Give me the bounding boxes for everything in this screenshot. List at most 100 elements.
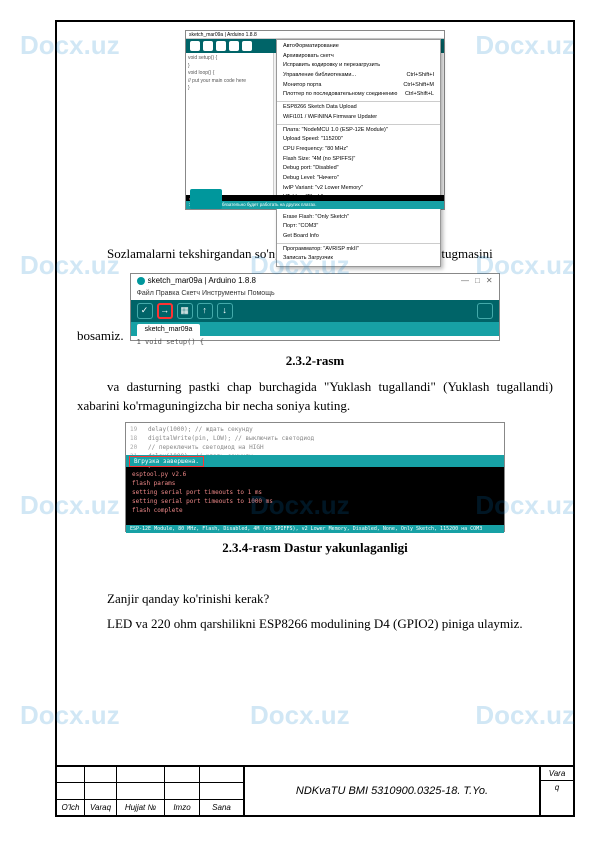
tb-cell (85, 767, 117, 782)
arduino-ide-screenshot-3: 19delay(1000); // ждать секунду 18digita… (125, 422, 505, 532)
document-number: NDKvaTU BMI 5310900.0325-18. T.Yo. (245, 767, 541, 815)
menu-item: Монитор портаCtrl+Shift+M (277, 81, 440, 91)
console-line: flash params (132, 479, 498, 488)
tb-header: O'lch (57, 800, 85, 815)
upload-complete-message: Вгрузка завершена. (129, 456, 204, 467)
code-line: void loop() { (188, 70, 271, 78)
tb-cell (117, 783, 165, 798)
close-icon: ✕ (486, 275, 493, 287)
menu-item: IwIP Variant: "v2 Lower Memory" (277, 184, 440, 194)
menu-item: Debug port: "Disabled" (277, 164, 440, 174)
menu-item: АвтоФорматирование (277, 42, 440, 52)
tb-cell (117, 767, 165, 782)
open-button-icon: ↑ (197, 303, 213, 319)
ide-menubar: Файл Правка Скетч Инструменты Помощь (131, 288, 499, 300)
code-line: 1 void setup() { (131, 336, 499, 349)
code-line: } (188, 85, 271, 93)
menu-separator (277, 243, 440, 244)
menu-item: Erase Flash: "Only Sketch" (277, 213, 440, 223)
verify-icon (190, 41, 200, 51)
ide-titlebar: sketch_mar09a | Arduino 1.8.8 —□✕ (131, 274, 499, 288)
ide-tabbar: sketch_mar09a (131, 322, 499, 336)
menu-item: Плата: "NodeMCU 1.0 (ESP-12E Module)" (277, 126, 440, 136)
tb-cell (165, 767, 200, 782)
ide-toolbar: ✓ → ▦ ↑ ↓ (131, 300, 499, 322)
new-icon (216, 41, 226, 51)
title-block-right: Vara q (541, 767, 573, 815)
menu-item: Upload Speed: "115200" (277, 135, 440, 145)
verify-button-icon: ✓ (137, 303, 153, 319)
page-frame: sketch_mar09a | Arduino 1.8.8 void setup… (55, 20, 575, 817)
window-controls: — □ ✕ (461, 275, 493, 287)
menu-item: CPU Frequency: "80 MHz" (277, 145, 440, 155)
tb-cell (85, 783, 117, 798)
menu-item: Порт: "COM3" (277, 222, 440, 232)
arduino-ide-screenshot-1: sketch_mar09a | Arduino 1.8.8 void setup… (185, 30, 445, 210)
ide-code-area: void setup() { } void loop() { // put yo… (186, 53, 274, 195)
tb-vara-label: Vara (541, 767, 573, 781)
ide-titlebar: sketch_mar09a | Arduino 1.8.8 (186, 31, 444, 39)
title-block: O'lch Varaq Hujjat № Imzo Sana NDKvaTU B… (57, 765, 573, 815)
bosamiz-text: bosamiz. (77, 326, 124, 346)
menu-item: Get Board Info (277, 232, 440, 242)
menu-item: Архивировать скетч (277, 52, 440, 62)
minimize-icon: — (461, 275, 469, 287)
arduino-logo-icon (137, 277, 145, 285)
sketch-tab: sketch_mar09a (137, 324, 201, 337)
menu-item: ESP8266 Sketch Data Upload (277, 103, 440, 113)
tb-header: Imzo (165, 800, 200, 815)
console-line: esptool.py v2.6 (132, 470, 498, 479)
tb-cell (57, 783, 85, 798)
maximize-icon: □ (475, 275, 480, 287)
menu-item: Debug Level: "Ничего" (277, 174, 440, 184)
upload-icon (203, 41, 213, 51)
tb-cell (165, 783, 200, 798)
console-line: setting serial port timeouts to 1 ms (132, 488, 498, 497)
title-block-left: O'lch Varaq Hujjat № Imzo Sana (57, 767, 245, 815)
tb-page-letter: q (541, 781, 573, 815)
figure-caption-3: 2.3.4-rasm Dastur yakunlaganligi (77, 538, 553, 558)
upload-status-bar: Вгрузка завершена. (126, 455, 504, 467)
ide-statusbar: Эта строка не обязательно будет работать… (186, 201, 444, 209)
serial-monitor-icon (477, 303, 493, 319)
content-area: sketch_mar09a | Arduino 1.8.8 void setup… (57, 22, 573, 648)
tb-cell (200, 783, 245, 798)
arduino-board-graphic (190, 189, 222, 209)
code-line: void setup() { (188, 55, 271, 63)
ide-statusbar: ESP-12E Module, 80 MHz, Flash, Disabled,… (126, 525, 504, 533)
paragraph-2: va dasturning pastki chap burchagida "Yu… (77, 377, 553, 416)
code-line: // put your main code here (188, 78, 271, 86)
tb-header: Varaq (85, 800, 117, 815)
menu-separator (277, 124, 440, 125)
save-icon (242, 41, 252, 51)
console-line: flash complete (132, 506, 498, 515)
code-line: 18digitalWrite(pin, LOW); // выключить с… (130, 434, 500, 443)
menu-item: Управление библиотеками...Ctrl+Shift+I (277, 71, 440, 81)
console-line: setting serial port timeouts to 1000 ms (132, 497, 498, 506)
tb-header: Sana (200, 800, 245, 815)
code-line: 20 // переключить светодиод на HIGH (130, 443, 500, 452)
menu-item: Исправить кодировку и перезагрузить (277, 61, 440, 71)
menu-item: WiFi101 / WiFiNINA Firmware Updater (277, 113, 440, 123)
code-line: 19delay(1000); // ждать секунду (130, 425, 500, 434)
tb-cell (200, 767, 245, 782)
new-button-icon: ▦ (177, 303, 193, 319)
figure-caption-2: 2.3.2-rasm (77, 351, 553, 371)
menu-item: Плоттер по последовательному соединениюC… (277, 90, 440, 100)
menu-item: Программатор: "AVRISP mkII" (277, 245, 440, 255)
arduino-ide-screenshot-2: sketch_mar09a | Arduino 1.8.8 —□✕ Файл П… (130, 273, 500, 341)
code-area: 19delay(1000); // ждать секунду 18digita… (126, 423, 504, 455)
upload-button-icon: → (157, 303, 173, 319)
save-button-icon: ↓ (217, 303, 233, 319)
tb-header: Hujjat № (117, 800, 165, 815)
menu-separator (277, 101, 440, 102)
open-icon (229, 41, 239, 51)
menu-item: Flash Size: "4M (no SPIFFS)" (277, 155, 440, 165)
tools-menu-popup: АвтоФорматирование Архивировать скетч Ис… (276, 39, 441, 267)
paragraph-4: LED va 220 ohm qarshilikni ESP8266 modul… (77, 614, 553, 634)
menu-item: Записать Загрузчик (277, 254, 440, 264)
code-line: } (188, 63, 271, 71)
paragraph-3: Zanjir qanday ko'rinishi kerak? (77, 589, 553, 609)
console-output: esptool.py v2.6 flash params setting ser… (126, 467, 504, 525)
tb-cell (57, 767, 85, 782)
